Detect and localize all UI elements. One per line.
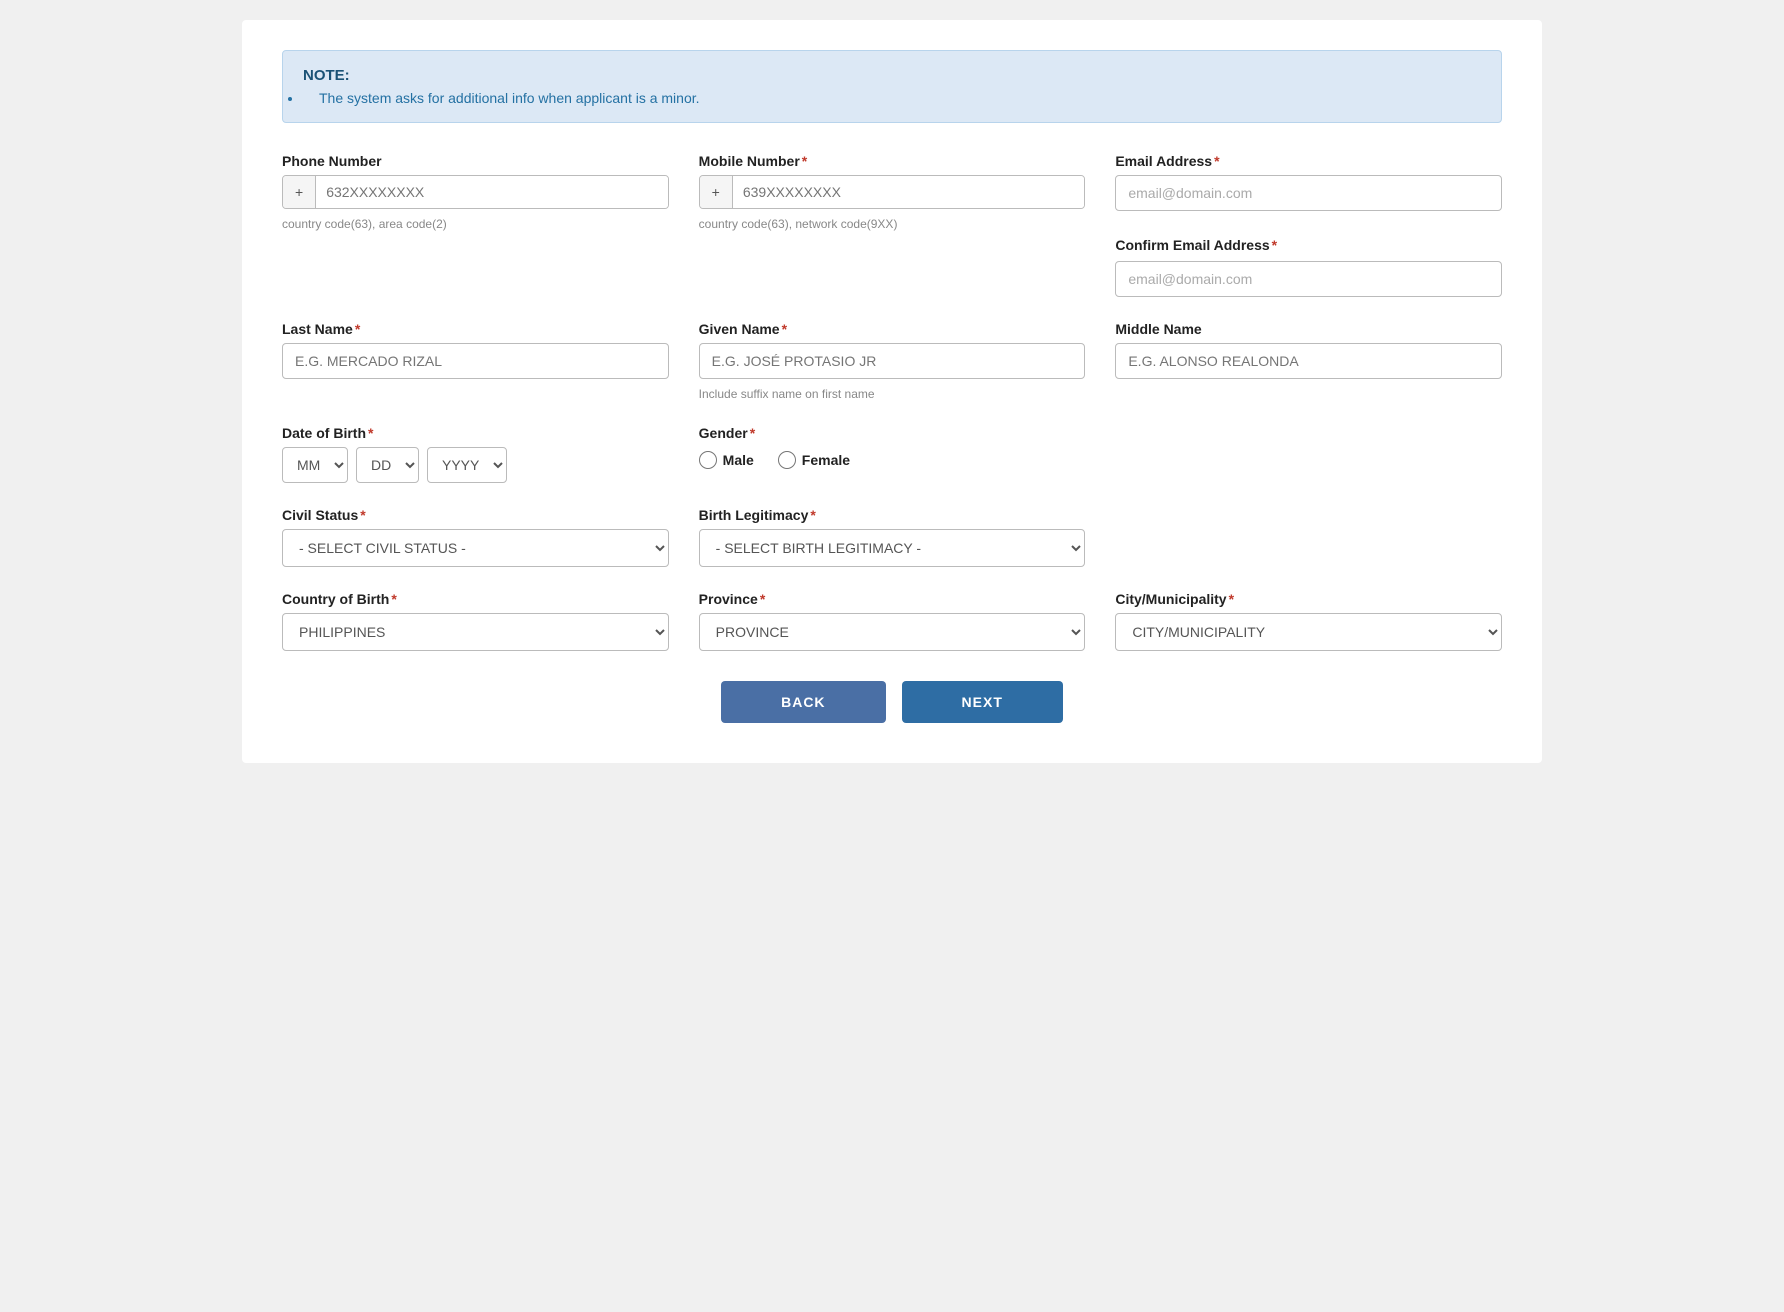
note-title: NOTE: — [303, 67, 1481, 84]
city-label: City/Municipality* — [1115, 591, 1502, 607]
note-box: NOTE: The system asks for additional inf… — [282, 50, 1502, 123]
row-location: Country of Birth* PHILIPPINES Province* … — [282, 591, 1502, 651]
gender-female-option[interactable]: Female — [778, 451, 850, 469]
mobile-input-wrapper: + — [699, 175, 1086, 209]
gender-options: Male Female — [699, 451, 1086, 469]
province-label: Province* — [699, 591, 1086, 607]
mobile-hint: country code(63), network code(9XX) — [699, 217, 1086, 231]
middle-name-input[interactable] — [1115, 343, 1502, 379]
year-select[interactable]: YYYY — [427, 447, 507, 483]
gender-male-option[interactable]: Male — [699, 451, 754, 469]
middle-name-label: Middle Name — [1115, 321, 1502, 337]
row-civil-legitimacy: Civil Status* - SELECT CIVIL STATUS - Si… — [282, 507, 1502, 567]
civil-status-label: Civil Status* — [282, 507, 669, 523]
row-contact: Phone Number + country code(63), area co… — [282, 153, 1502, 297]
note-text: The system asks for additional info when… — [303, 90, 1481, 106]
phone-input-wrapper: + — [282, 175, 669, 209]
birth-legitimacy-select[interactable]: - SELECT BIRTH LEGITIMACY - Legitimate I… — [699, 529, 1086, 567]
middle-name-group: Middle Name — [1115, 321, 1502, 379]
civil-status-select[interactable]: - SELECT CIVIL STATUS - Single Married W… — [282, 529, 669, 567]
button-row: BACK NEXT — [282, 681, 1502, 723]
province-select[interactable]: PROVINCE — [699, 613, 1086, 651]
date-selects: MM DD YYYY — [282, 447, 669, 483]
mobile-label: Mobile Number* — [699, 153, 1086, 169]
email-label: Email Address* — [1115, 153, 1502, 169]
month-select[interactable]: MM — [282, 447, 348, 483]
birth-legitimacy-label: Birth Legitimacy* — [699, 507, 1086, 523]
province-group: Province* PROVINCE — [699, 591, 1086, 651]
gender-group: Gender* Male Female — [699, 425, 1086, 469]
email-group: Email Address* Confirm Email Address* — [1115, 153, 1502, 297]
phone-input[interactable] — [316, 176, 667, 208]
back-button[interactable]: BACK — [721, 681, 885, 723]
gender-male-label: Male — [723, 452, 754, 468]
city-select[interactable]: CITY/MUNICIPALITY — [1115, 613, 1502, 651]
city-group: City/Municipality* CITY/MUNICIPALITY — [1115, 591, 1502, 651]
mobile-group: Mobile Number* + country code(63), netwo… — [699, 153, 1086, 231]
form-container: NOTE: The system asks for additional inf… — [242, 20, 1542, 763]
phone-hint: country code(63), area code(2) — [282, 217, 669, 231]
gender-female-label: Female — [802, 452, 850, 468]
mobile-prefix: + — [700, 176, 733, 208]
last-name-input[interactable] — [282, 343, 669, 379]
phone-prefix: + — [283, 176, 316, 208]
given-name-hint: Include suffix name on first name — [699, 387, 1086, 401]
country-group: Country of Birth* PHILIPPINES — [282, 591, 669, 651]
confirm-email-label: Confirm Email Address* — [1115, 237, 1277, 253]
row-names: Last Name* Given Name* Include suffix na… — [282, 321, 1502, 401]
confirm-email-group: Confirm Email Address* — [1115, 237, 1502, 297]
last-name-label: Last Name* — [282, 321, 669, 337]
phone-group: Phone Number + country code(63), area co… — [282, 153, 669, 231]
gender-label: Gender* — [699, 425, 1086, 441]
civil-status-group: Civil Status* - SELECT CIVIL STATUS - Si… — [282, 507, 669, 567]
row-dob-gender: Date of Birth* MM DD YYYY Gender* — [282, 425, 1502, 483]
last-name-group: Last Name* — [282, 321, 669, 379]
dob-label: Date of Birth* — [282, 425, 669, 441]
next-button[interactable]: NEXT — [902, 681, 1063, 723]
email-input[interactable] — [1115, 175, 1502, 211]
given-name-group: Given Name* Include suffix name on first… — [699, 321, 1086, 401]
birth-legitimacy-group: Birth Legitimacy* - SELECT BIRTH LEGITIM… — [699, 507, 1086, 567]
given-name-input[interactable] — [699, 343, 1086, 379]
gender-male-radio[interactable] — [699, 451, 717, 469]
confirm-email-input[interactable] — [1115, 261, 1502, 297]
given-name-label: Given Name* — [699, 321, 1086, 337]
phone-label: Phone Number — [282, 153, 669, 169]
dob-group: Date of Birth* MM DD YYYY — [282, 425, 669, 483]
mobile-input[interactable] — [733, 176, 1084, 208]
day-select[interactable]: DD — [356, 447, 419, 483]
country-select[interactable]: PHILIPPINES — [282, 613, 669, 651]
gender-female-radio[interactable] — [778, 451, 796, 469]
country-label: Country of Birth* — [282, 591, 669, 607]
